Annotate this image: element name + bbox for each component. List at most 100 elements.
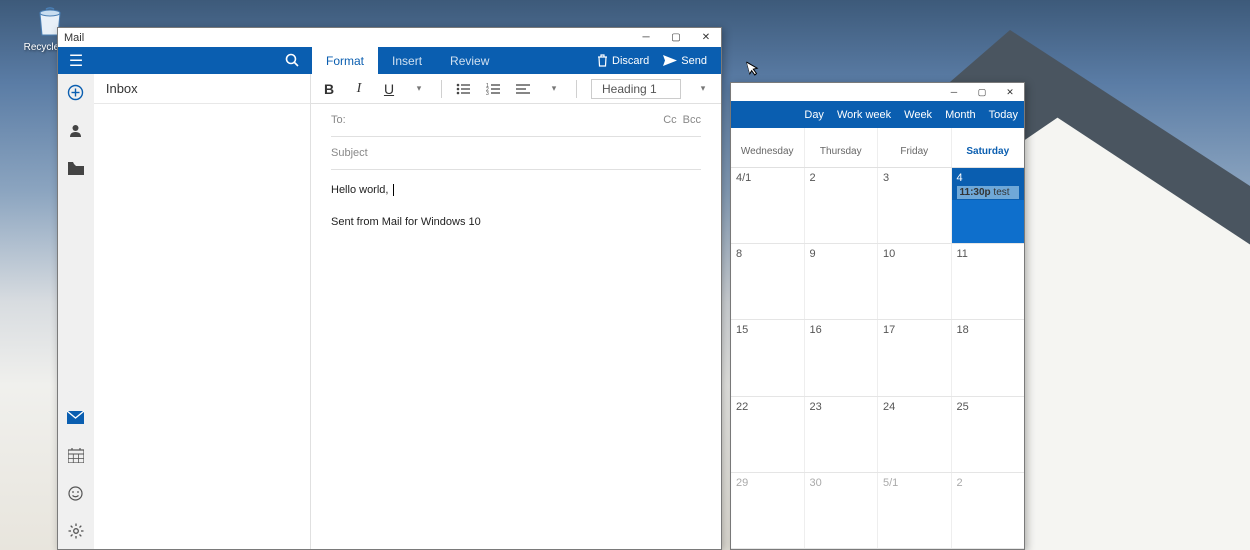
to-field[interactable]: To: Cc Bcc — [331, 104, 701, 137]
cc-button[interactable]: Cc — [663, 114, 676, 126]
heading-dropdown-icon[interactable]: ▾ — [695, 83, 711, 94]
calendar-day-headers: Wednesday Thursday Friday Saturday — [731, 128, 1024, 168]
cal-cell[interactable]: 22 — [731, 397, 805, 472]
close-button[interactable]: ✕ — [996, 83, 1024, 101]
mail-nav-icon[interactable] — [66, 407, 86, 427]
bold-button[interactable]: B — [321, 81, 337, 97]
cal-cell[interactable]: 8 — [731, 244, 805, 319]
cal-date: 11 — [957, 248, 968, 260]
bcc-button[interactable]: Bcc — [683, 114, 701, 126]
compose-fields: To: Cc Bcc Subject — [311, 104, 721, 170]
discard-button[interactable]: Discard — [597, 54, 649, 67]
cal-date: 30 — [810, 477, 822, 489]
maximize-button[interactable]: ▢ — [661, 28, 691, 47]
numbered-list-icon[interactable]: 123 — [486, 83, 502, 95]
minimize-button[interactable]: ─ — [940, 83, 968, 101]
day-header-thu: Thursday — [805, 128, 879, 167]
inbox-list: Inbox — [94, 74, 311, 549]
cal-cell[interactable]: 9 — [805, 244, 879, 319]
signature-text: Sent from Mail for Windows 10 — [331, 216, 701, 228]
view-week[interactable]: Week — [904, 109, 932, 121]
svg-text:3: 3 — [486, 91, 489, 95]
cal-date: 4 — [957, 172, 963, 184]
hamburger-menu-icon[interactable]: ☰ — [58, 51, 94, 71]
email-body-editor[interactable]: Hello world, Sent from Mail for Windows … — [311, 170, 721, 262]
view-day[interactable]: Day — [804, 109, 824, 121]
mail-titlebar[interactable]: Mail ─ ▢ ✕ — [58, 28, 721, 47]
calendar-row-1: 4/1 2 3 4 11:30p test — [731, 168, 1024, 244]
text-cursor — [389, 184, 393, 196]
underline-button[interactable]: U — [381, 81, 397, 97]
cal-cell[interactable]: 17 — [878, 320, 952, 395]
font-dropdown-icon[interactable]: ▾ — [411, 83, 427, 94]
calendar-nav-icon[interactable] — [66, 445, 86, 465]
cal-cell[interactable]: 24 — [878, 397, 952, 472]
inbox-heading: Inbox — [94, 74, 310, 104]
cal-cell[interactable]: 18 — [952, 320, 1025, 395]
cal-cell[interactable]: 25 — [952, 397, 1025, 472]
bullet-list-icon[interactable] — [456, 83, 472, 95]
calendar-event[interactable]: 11:30p test — [957, 186, 1020, 199]
tab-format[interactable]: Format — [312, 47, 378, 74]
event-time: 11:30p — [960, 187, 991, 198]
maximize-button[interactable]: ▢ — [968, 83, 996, 101]
calendar-view-bar: Day Work week Week Month Today — [731, 101, 1024, 128]
accounts-icon[interactable] — [66, 120, 86, 140]
format-toolbar: B I U ▾ 123 ▾ Heading 1 ▾ — [311, 74, 721, 104]
trash-icon — [597, 54, 608, 67]
cal-date: 25 — [957, 401, 969, 413]
cal-date: 16 — [810, 324, 822, 336]
view-workweek[interactable]: Work week — [837, 109, 891, 121]
settings-icon[interactable] — [66, 521, 86, 541]
search-icon[interactable] — [285, 53, 300, 68]
tab-review[interactable]: Review — [436, 47, 503, 74]
cal-cell[interactable]: 16 — [805, 320, 879, 395]
cal-cell[interactable]: 29 — [731, 473, 805, 548]
mail-sidebar — [58, 74, 94, 549]
tab-insert[interactable]: Insert — [378, 47, 436, 74]
italic-button[interactable]: I — [351, 81, 367, 97]
feedback-icon[interactable] — [66, 483, 86, 503]
mail-ribbon: ☰ Format Insert Review Discard Send — [58, 47, 721, 74]
cal-date: 2 — [810, 172, 816, 184]
calendar-row-5: 29 30 5/1 2 — [731, 473, 1024, 549]
cal-cell[interactable]: 10 — [878, 244, 952, 319]
cal-cell[interactable]: 30 — [805, 473, 879, 548]
heading-select[interactable]: Heading 1 — [591, 79, 681, 99]
day-header-fri: Friday — [878, 128, 952, 167]
align-icon[interactable] — [516, 83, 532, 95]
day-header-wed: Wednesday — [731, 128, 805, 167]
folders-icon[interactable] — [66, 158, 86, 178]
cal-date: 15 — [736, 324, 748, 336]
view-month[interactable]: Month — [945, 109, 976, 121]
view-today[interactable]: Today — [989, 109, 1018, 121]
new-mail-icon[interactable] — [66, 82, 86, 102]
calendar-titlebar[interactable]: ─ ▢ ✕ — [731, 83, 1024, 101]
align-dropdown-icon[interactable]: ▾ — [546, 83, 562, 94]
cal-date: 24 — [883, 401, 895, 413]
send-label: Send — [681, 55, 707, 67]
cal-cell[interactable]: 2 — [952, 473, 1025, 548]
calendar-row-3: 15 16 17 18 — [731, 320, 1024, 396]
calendar-row-4: 22 23 24 25 — [731, 397, 1024, 473]
subject-field[interactable]: Subject — [331, 137, 701, 170]
cal-cell[interactable]: 23 — [805, 397, 879, 472]
cal-date: 9 — [810, 248, 816, 260]
to-label: To: — [331, 114, 346, 126]
close-button[interactable]: ✕ — [691, 28, 721, 47]
cal-cell[interactable]: 11 — [952, 244, 1025, 319]
cal-date: 3 — [883, 172, 889, 184]
cal-cell[interactable]: 4/1 — [731, 168, 805, 243]
minimize-button[interactable]: ─ — [631, 28, 661, 47]
cal-cell[interactable]: 15 — [731, 320, 805, 395]
mail-window: Mail ─ ▢ ✕ ☰ Format Insert Review Discar… — [57, 27, 722, 550]
discard-label: Discard — [612, 55, 649, 67]
cal-cell[interactable]: 3 — [878, 168, 952, 243]
cal-cell[interactable]: 2 — [805, 168, 879, 243]
mail-title: Mail — [64, 32, 84, 44]
event-label: test — [993, 187, 1009, 198]
day-header-sat: Saturday — [952, 128, 1025, 167]
cal-cell-today[interactable]: 4 11:30p test — [952, 168, 1025, 243]
cal-cell[interactable]: 5/1 — [878, 473, 952, 548]
send-button[interactable]: Send — [663, 55, 707, 67]
